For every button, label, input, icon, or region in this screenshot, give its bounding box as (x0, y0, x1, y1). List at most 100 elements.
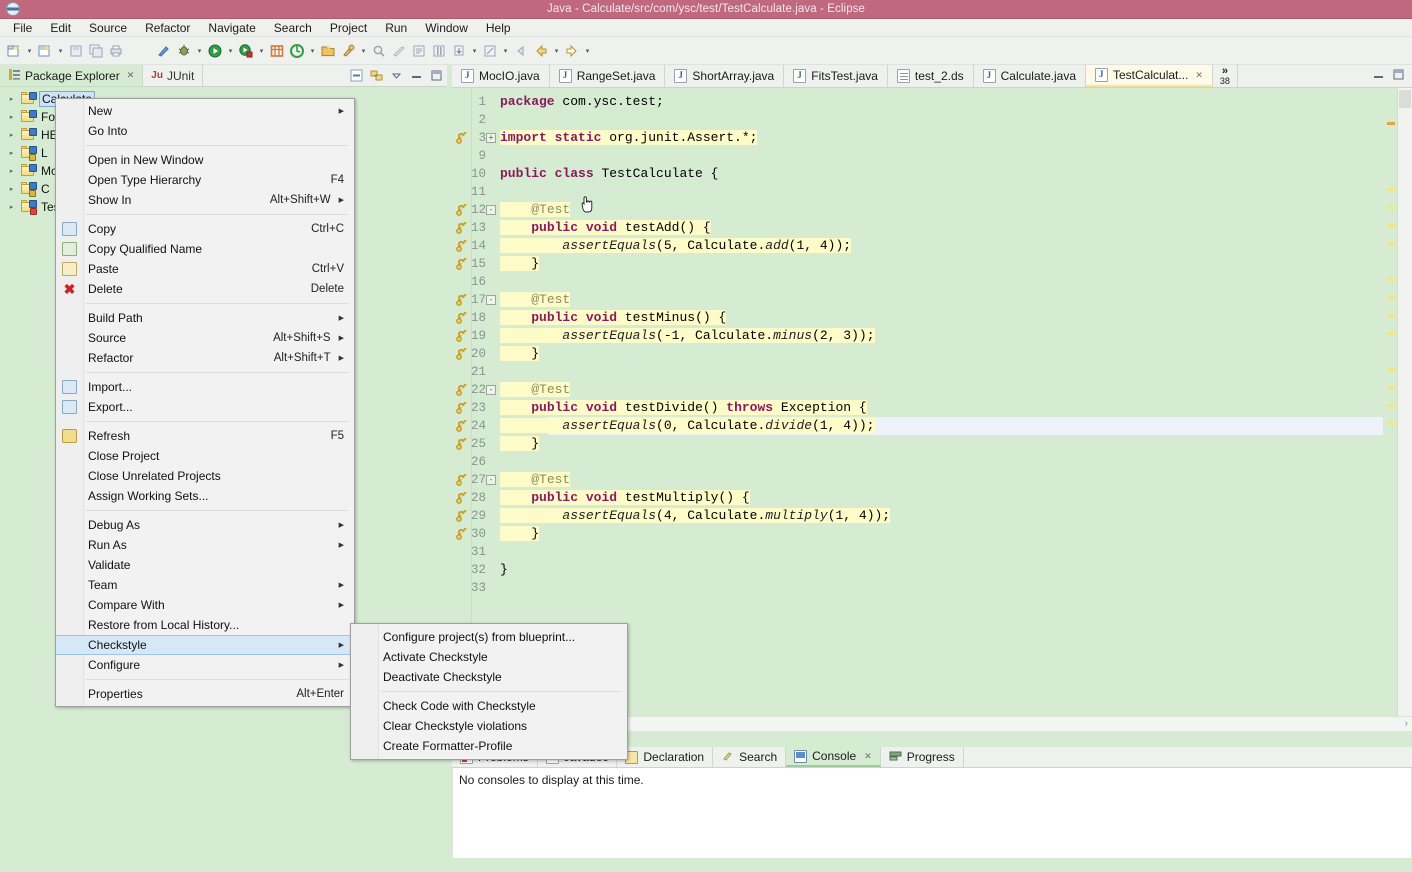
expand-arrow-icon[interactable]: ▸ (6, 95, 17, 103)
checkstyle-icon[interactable] (287, 40, 307, 62)
context-menu-item-team[interactable]: Team ▶ (56, 575, 354, 595)
code-line[interactable]: @Test (500, 471, 571, 489)
editor-tab-shortarray-java[interactable]: ShortArray.java (665, 65, 785, 87)
console-view[interactable]: No consoles to display at this time. (452, 768, 1412, 872)
editor-tab-rangeset-java[interactable]: RangeSet.java (549, 65, 666, 87)
editor-tab-overflow[interactable]: » 38 (1213, 65, 1238, 87)
context-menu-item-export[interactable]: Export... (56, 397, 354, 417)
checkstyle-submenu[interactable]: Configure project(s) from blueprint... Ac… (350, 623, 628, 760)
open-declaration-icon[interactable] (409, 40, 429, 62)
debug-dropdown[interactable]: ▾ (194, 40, 205, 62)
coverage-icon[interactable] (236, 40, 256, 62)
bottom-tab-search[interactable]: Search (713, 747, 787, 767)
open-task-icon[interactable] (267, 40, 287, 62)
back-dropdown[interactable]: ▾ (551, 40, 562, 62)
editor-tab-mocio-java[interactable]: MocIO.java (452, 65, 550, 87)
context-menu-item-new[interactable]: New ▶ (56, 101, 354, 121)
project-context-menu[interactable]: New ▶ Go Into Open in New Window Open Type H… (55, 98, 355, 707)
run-dropdown[interactable]: ▾ (225, 40, 236, 62)
toggle-block-selection-icon[interactable] (429, 40, 449, 62)
code-line[interactable]: import static org.junit.Assert.*; (500, 129, 758, 147)
toggle-mark-occurrences-icon[interactable] (154, 40, 174, 62)
print-icon[interactable] (106, 40, 126, 62)
context-menu-item-open-type-hierarchy[interactable]: Open Type Hierarchy F4 (56, 170, 354, 190)
new-java-class-icon[interactable] (35, 40, 55, 62)
new-java-class-dropdown[interactable]: ▾ (55, 40, 66, 62)
code-line[interactable]: public void testAdd() { (500, 219, 711, 237)
context-menu-item-refresh[interactable]: Refresh F5 (56, 426, 354, 446)
run-icon[interactable] (205, 40, 225, 62)
code-line[interactable]: @Test (500, 201, 571, 219)
context-menu-item-source[interactable]: Source Alt+Shift+S ▶ (56, 328, 354, 348)
save-icon[interactable] (66, 40, 86, 62)
code-line[interactable]: @Test (500, 381, 571, 399)
next-annotation-icon[interactable] (449, 40, 469, 62)
save-all-icon[interactable] (86, 40, 106, 62)
context-menu-item-paste[interactable]: Paste Ctrl+V (56, 259, 354, 279)
menubar-item-refactor[interactable]: Refactor (136, 20, 199, 36)
external-tools-dropdown[interactable]: ▾ (358, 40, 369, 62)
context-menu-item-build-path[interactable]: Build Path ▶ (56, 308, 354, 328)
context-menu-item-configure[interactable]: Configure ▶ (56, 655, 354, 675)
view-menu-icon[interactable] (388, 67, 405, 84)
expand-arrow-icon[interactable]: ▸ (6, 131, 17, 139)
restore-editor-icon[interactable] (1372, 68, 1386, 85)
expand-arrow-icon[interactable]: ▸ (6, 203, 17, 211)
context-menu-item-refactor[interactable]: Refactor Alt+Shift+T ▶ (56, 348, 354, 368)
expand-arrow-icon[interactable]: ▸ (6, 113, 17, 121)
submenu-item-create-formatter-profile[interactable]: Create Formatter-Profile (351, 736, 627, 756)
code-line[interactable]: public class TestCalculate { (500, 165, 718, 183)
context-menu-item-delete[interactable]: ✖ Delete Delete (56, 279, 354, 299)
fold-toggle-icon[interactable]: - (486, 295, 496, 305)
back-icon[interactable] (531, 40, 551, 62)
submenu-item-deactivate-checkstyle[interactable]: Deactivate Checkstyle (351, 667, 627, 687)
coverage-dropdown[interactable]: ▾ (256, 40, 267, 62)
bottom-tab-console[interactable]: Console ✕ (786, 747, 881, 767)
collapse-all-icon[interactable] (348, 67, 365, 84)
code-line[interactable]: public void testDivide() throws Exceptio… (500, 399, 867, 417)
fold-toggle-icon[interactable]: - (486, 205, 496, 215)
code-line[interactable]: public void testMinus() { (500, 309, 727, 327)
menubar-item-navigate[interactable]: Navigate (199, 20, 264, 36)
context-menu-item-properties[interactable]: Properties Alt+Enter (56, 684, 354, 704)
editor-overview-ruler[interactable] (1383, 88, 1397, 722)
maximize-editor-icon[interactable] (1392, 68, 1406, 85)
editor-tab-fitstest-java[interactable]: FitsTest.java (784, 65, 888, 87)
close-tab-icon[interactable]: ✕ (864, 751, 872, 762)
context-menu-item-checkstyle[interactable]: Checkstyle ▶ (56, 635, 354, 655)
link-with-editor-icon[interactable] (368, 67, 385, 84)
left-tab-package-explorer[interactable]: Package Explorer ✕ (0, 65, 144, 86)
menubar-item-edit[interactable]: Edit (41, 20, 80, 36)
previous-annotation-icon[interactable] (511, 40, 531, 62)
minimize-icon[interactable] (408, 67, 425, 84)
editor-tab-test-2-ds[interactable]: test_2.ds (887, 65, 974, 87)
context-menu-item-go-into[interactable]: Go Into (56, 121, 354, 141)
editor-code-text[interactable]: package com.ysc.test; import static org.j… (500, 88, 1412, 722)
expand-arrow-icon[interactable]: ▸ (6, 185, 17, 193)
code-line[interactable]: } (500, 345, 540, 363)
bottom-tab-declaration[interactable]: Declaration (617, 747, 714, 767)
fold-toggle-icon[interactable]: + (486, 133, 496, 143)
forward-dropdown[interactable]: ▾ (582, 40, 593, 62)
new-wizard-dropdown[interactable]: ▾ (24, 40, 35, 62)
code-line[interactable]: public void testMultiply() { (500, 489, 750, 507)
external-tools-icon[interactable] (338, 40, 358, 62)
expand-arrow-icon[interactable]: ▸ (6, 149, 17, 157)
editor-vertical-scrollbar[interactable] (1397, 88, 1412, 722)
menubar-item-window[interactable]: Window (416, 20, 477, 36)
menubar-item-help[interactable]: Help (477, 20, 520, 36)
context-menu-item-debug-as[interactable]: Debug As ▶ (56, 515, 354, 535)
context-menu-item-validate[interactable]: Validate (56, 555, 354, 575)
fold-toggle-icon[interactable]: - (486, 475, 496, 485)
context-menu-item-copy[interactable]: Copy Ctrl+C (56, 219, 354, 239)
context-menu-item-copy-qualified-name[interactable]: Copy Qualified Name (56, 239, 354, 259)
submenu-item-activate-checkstyle[interactable]: Activate Checkstyle (351, 647, 627, 667)
code-line[interactable]: assertEquals(5, Calculate.add(1, 4)); (500, 237, 852, 255)
close-tab-icon[interactable]: ✕ (127, 70, 135, 81)
editor-tab-calculate-java[interactable]: Calculate.java (973, 65, 1086, 87)
submenu-item-configure-project-s-from-blueprint[interactable]: Configure project(s) from blueprint... (351, 627, 627, 647)
scroll-right-icon[interactable]: › (1405, 718, 1408, 729)
code-line[interactable]: assertEquals(-1, Calculate.minus(2, 3)); (500, 327, 875, 345)
code-line[interactable]: assertEquals(4, Calculate.multiply(1, 4)… (500, 507, 891, 525)
menubar-item-run[interactable]: Run (376, 20, 416, 36)
